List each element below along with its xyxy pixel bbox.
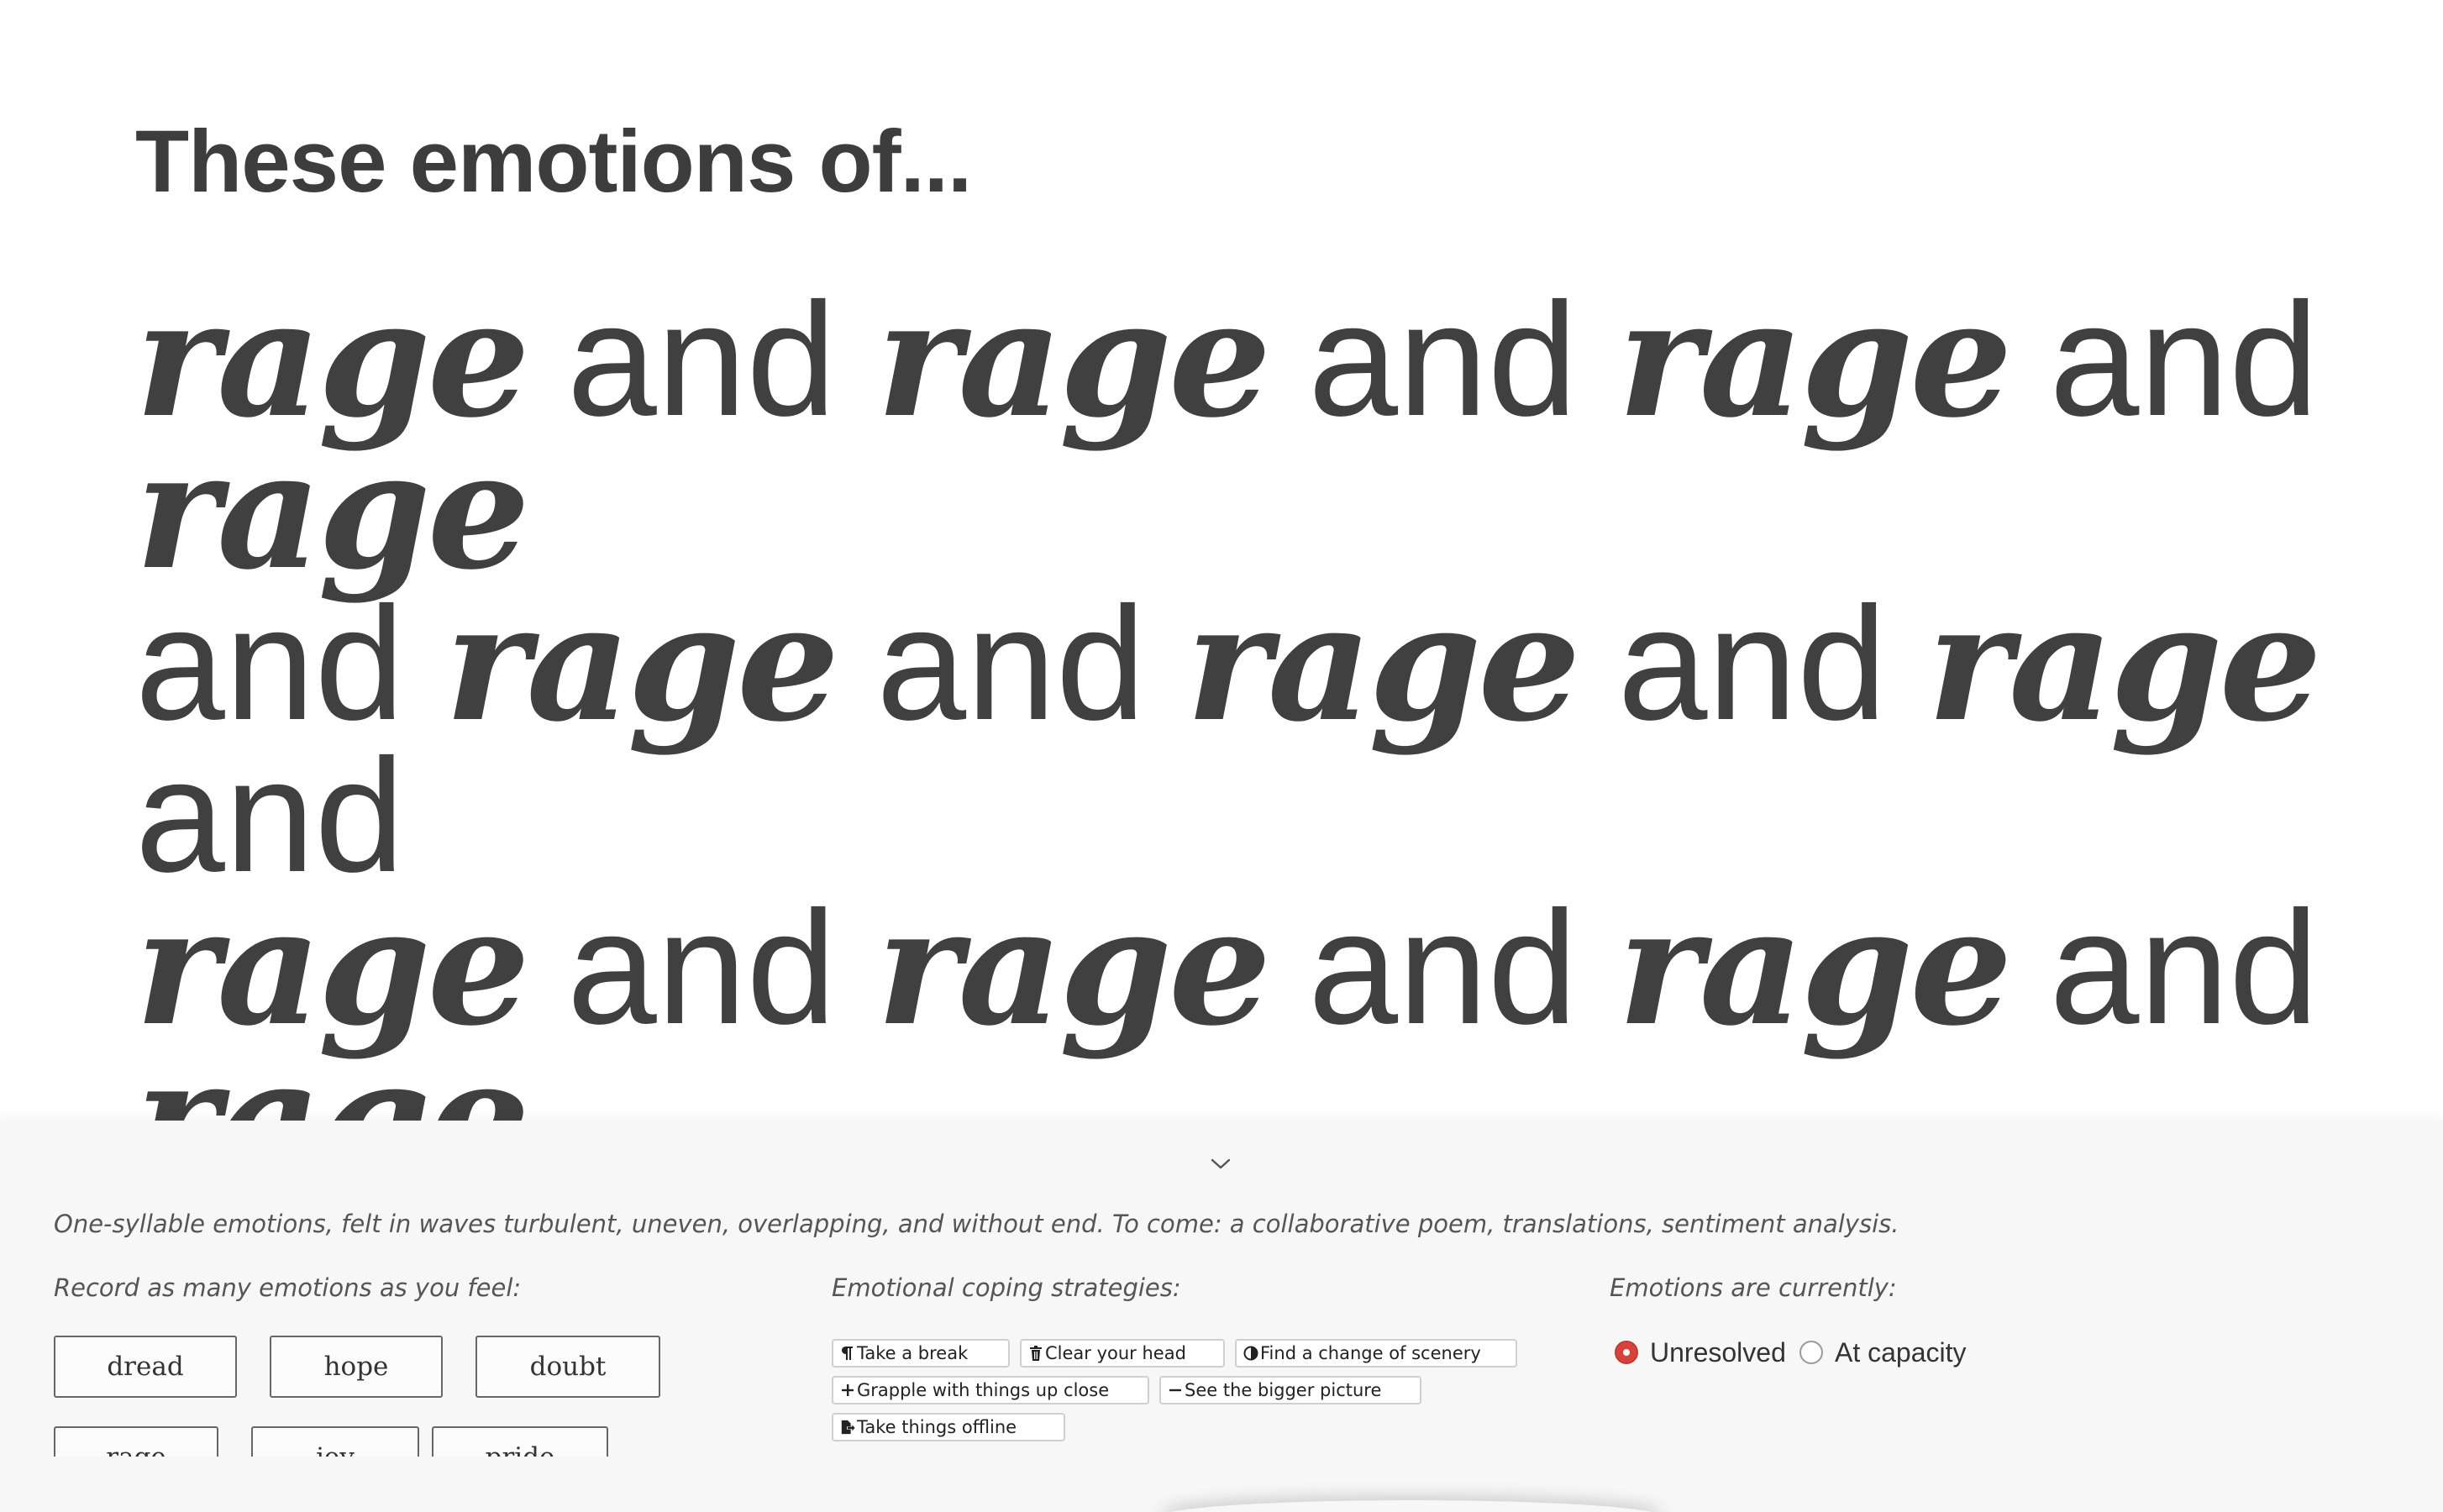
see-the-bigger-picture-button[interactable]: See the bigger picture xyxy=(1159,1376,1421,1404)
take-a-break-button[interactable]: Take a break xyxy=(832,1339,1010,1368)
clear-your-head-label: Clear your head xyxy=(1045,1343,1186,1363)
at-capacity-radio[interactable] xyxy=(1799,1341,1823,1364)
emotion-button-rage[interactable]: rage xyxy=(54,1426,218,1457)
emotion-button-doubt[interactable]: doubt xyxy=(475,1336,660,1398)
emotion-status-label: Emotions are currently: xyxy=(1610,1273,1897,1302)
poem-word: and xyxy=(1308,877,1578,1058)
emotion-buttons: dread hope doubt rage joy pride xyxy=(54,1336,726,1457)
control-panel: One-syllable emotions, felt in waves tur… xyxy=(0,1121,2443,1512)
poem-word: rage xyxy=(1185,569,1581,758)
take-things-offline-label: Take things offline xyxy=(857,1417,1017,1437)
page-title: These emotions of... xyxy=(135,113,972,211)
take-a-break-label: Take a break xyxy=(857,1343,969,1363)
poem-word: rage xyxy=(1617,265,2013,454)
coping-strategies-label: Emotional coping strategies: xyxy=(832,1273,1181,1302)
poem-word: and xyxy=(566,877,837,1058)
clear-your-head-button[interactable]: Clear your head xyxy=(1020,1339,1225,1368)
poem-word: rage xyxy=(876,265,1271,454)
collapse-panel-button[interactable] xyxy=(1210,1154,1232,1173)
panel-description: One-syllable emotions, felt in waves tur… xyxy=(54,1210,1899,1238)
poem-line: and rage and rage and rage and xyxy=(135,583,2353,896)
plus-icon xyxy=(840,1378,855,1403)
poem-word: and xyxy=(2049,877,2319,1058)
at-capacity-radio-option[interactable]: At capacity xyxy=(1794,1336,1988,1369)
unresolved-label: Unresolved xyxy=(1650,1337,1786,1368)
poem-word: and xyxy=(566,269,837,449)
poem-word: and xyxy=(1308,269,1578,449)
emotion-button-hope[interactable]: hope xyxy=(270,1336,443,1398)
export-file-icon xyxy=(840,1415,855,1440)
poem-word: rage xyxy=(1617,873,2013,1062)
poem-word: rage xyxy=(444,569,839,758)
poem-line: rage and rage and rage and rage xyxy=(135,279,2353,592)
record-emotions-label: Record as many emotions as you feel: xyxy=(54,1273,522,1302)
pilcrow-icon xyxy=(840,1341,855,1366)
at-capacity-label: At capacity xyxy=(1835,1337,1967,1368)
see-the-bigger-picture-label: See the bigger picture xyxy=(1185,1380,1382,1400)
poem-word: and xyxy=(1617,573,1887,753)
chevron-down-icon xyxy=(1211,1158,1231,1169)
poem-word: and xyxy=(2049,269,2319,449)
poem-word: and xyxy=(876,573,1146,753)
find-a-change-of-scenery-label: Find a change of scenery xyxy=(1260,1343,1481,1363)
unresolved-radio-option[interactable]: Unresolved xyxy=(1610,1336,1788,1369)
take-things-offline-button[interactable]: Take things offline xyxy=(832,1413,1065,1441)
poem-word: rage xyxy=(1926,569,2322,758)
emotion-button-dread[interactable]: dread xyxy=(54,1336,237,1398)
emotion-button-joy[interactable]: joy xyxy=(251,1426,419,1457)
find-a-change-of-scenery-button[interactable]: Find a change of scenery xyxy=(1235,1339,1517,1368)
contrast-icon xyxy=(1243,1341,1258,1366)
unresolved-radio[interactable] xyxy=(1615,1341,1638,1364)
grapple-with-things-up-close-label: Grapple with things up close xyxy=(857,1380,1110,1400)
grapple-with-things-up-close-button[interactable]: Grapple with things up close xyxy=(832,1376,1149,1404)
poem-word: rage xyxy=(876,873,1271,1062)
minus-icon xyxy=(1168,1378,1183,1403)
emotion-button-pride[interactable]: pride xyxy=(432,1426,608,1457)
trash-icon xyxy=(1028,1341,1043,1366)
